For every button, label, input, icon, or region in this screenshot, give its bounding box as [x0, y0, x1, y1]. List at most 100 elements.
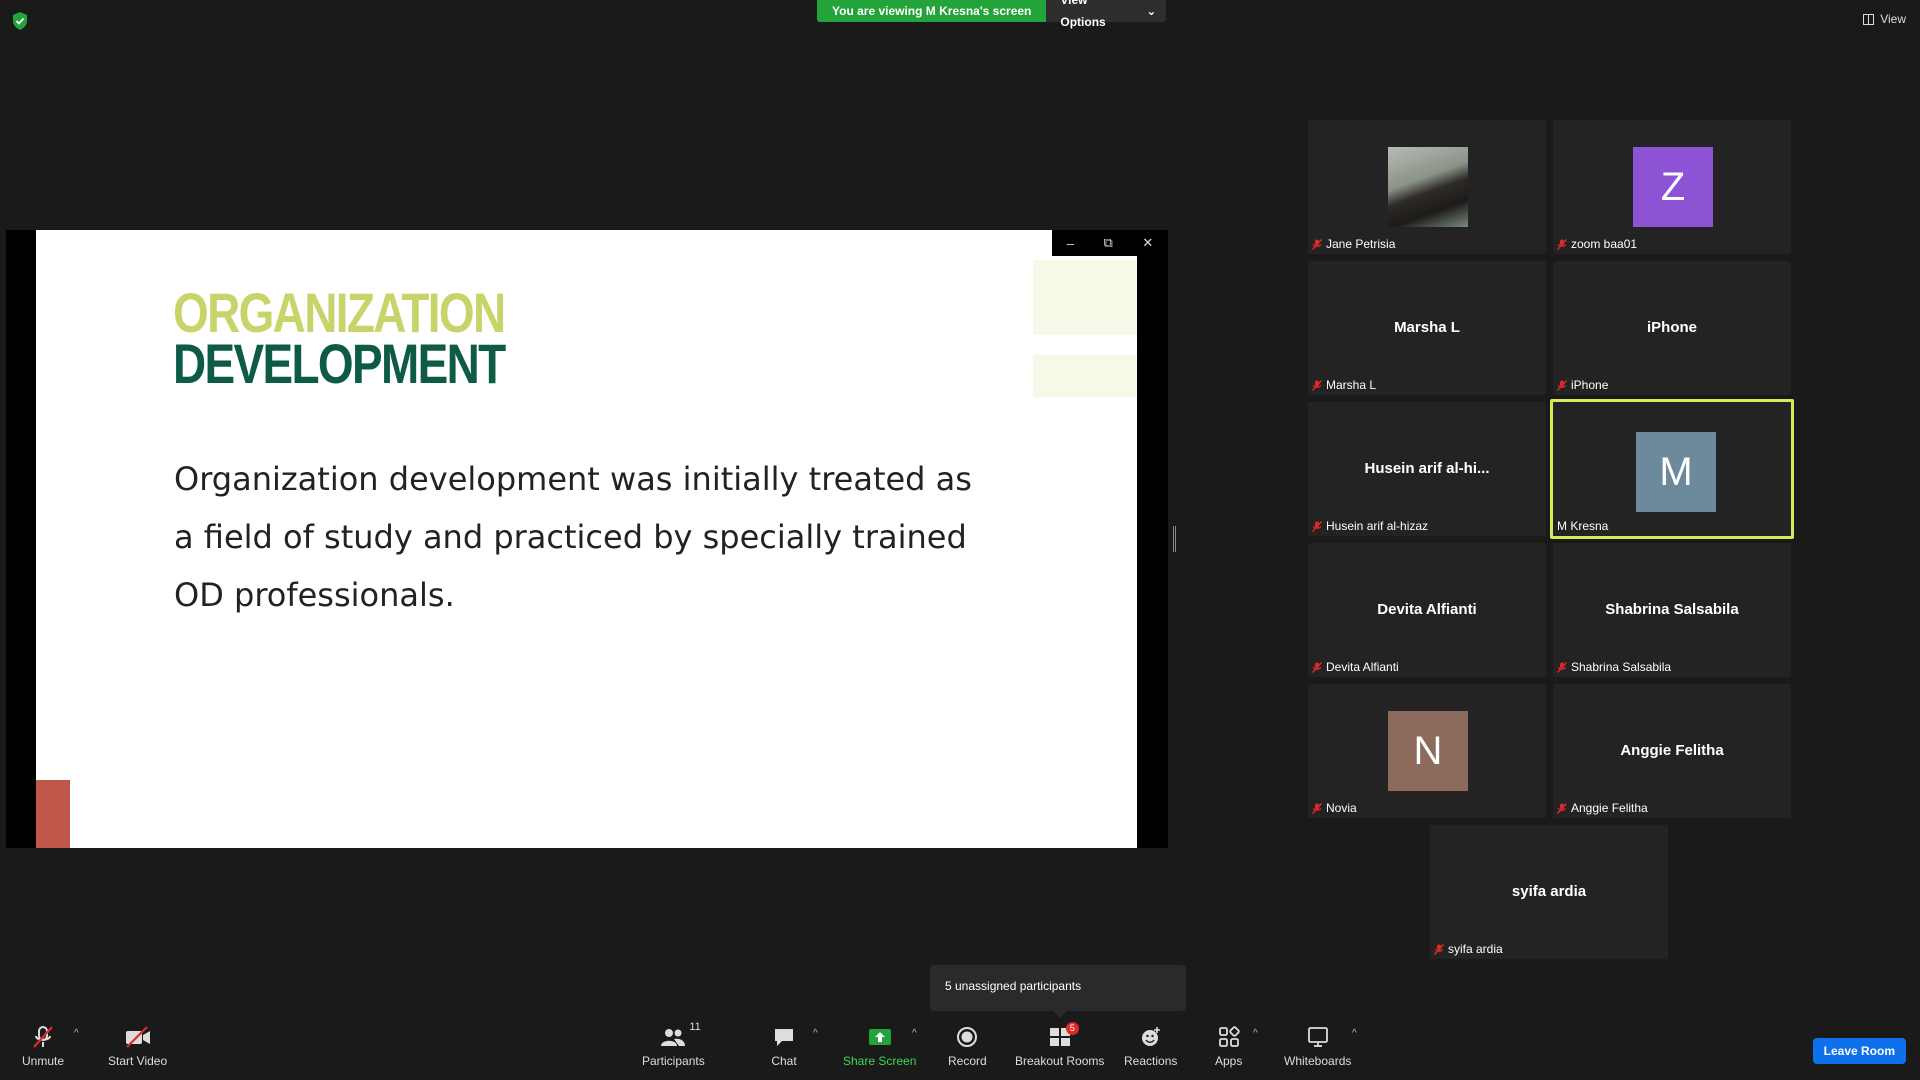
- participants-label: Participants: [642, 1054, 705, 1068]
- participant-display-name: Marsha L: [1394, 319, 1460, 336]
- participant-display-name: syifa ardia: [1511, 883, 1587, 900]
- tooltip-text: 5 unassigned participants: [945, 979, 1082, 993]
- slide-decoration: [1033, 355, 1137, 397]
- apps-icon: [1216, 1024, 1242, 1050]
- slide-body-line: OD professionals.: [174, 576, 455, 614]
- slide-body-text: Organization development was initially t…: [174, 450, 994, 624]
- participant-name: syifa ardia: [1448, 942, 1503, 956]
- participant-tile[interactable]: Jane Petrisia: [1308, 120, 1546, 254]
- view-label: View: [1880, 12, 1906, 26]
- slide-body-line: Organization development was initially t…: [174, 460, 972, 498]
- participant-display-name: iPhone: [1646, 319, 1697, 336]
- participant-name-label: Shabrina Salsabila: [1556, 660, 1672, 674]
- muted-mic-icon: [1311, 661, 1323, 673]
- reactions-label: Reactions: [1124, 1054, 1178, 1068]
- whiteboards-options-caret-icon[interactable]: ^: [1352, 1028, 1357, 1039]
- apps-button[interactable]: Apps: [1215, 1024, 1242, 1068]
- slide-decoration: [1033, 260, 1137, 335]
- video-off-icon: [125, 1024, 151, 1050]
- participant-display-name: Husein arif al-hi...: [1364, 460, 1490, 477]
- participants-count: 11: [689, 1021, 701, 1033]
- participant-name-label: syifa ardia: [1433, 942, 1503, 956]
- record-button[interactable]: Record: [948, 1024, 987, 1068]
- minimize-icon[interactable]: –: [1067, 236, 1074, 251]
- apps-options-caret-icon[interactable]: ^: [1253, 1028, 1258, 1039]
- leave-room-button[interactable]: Leave Room: [1812, 1038, 1906, 1064]
- participant-tile[interactable]: Anggie Felitha Anggie Felitha: [1553, 684, 1791, 818]
- participant-name: Jane Petrisia: [1326, 237, 1396, 251]
- participant-name-label: iPhone: [1556, 378, 1608, 392]
- share-screen-button[interactable]: Share Screen: [843, 1024, 916, 1068]
- security-shield-icon[interactable]: [12, 12, 28, 30]
- close-icon[interactable]: ✕: [1142, 235, 1153, 251]
- reactions-button[interactable]: Reactions: [1124, 1024, 1177, 1068]
- participant-tile[interactable]: N Novia: [1308, 684, 1546, 818]
- view-layout-button[interactable]: View: [1863, 12, 1906, 26]
- participant-photo: [1388, 147, 1468, 227]
- muted-mic-icon: [1311, 802, 1323, 814]
- participant-name: M Kresna: [1557, 519, 1609, 533]
- breakout-rooms-button[interactable]: 5 Breakout Rooms: [1015, 1022, 1105, 1068]
- participant-name: Shabrina Salsabila: [1571, 660, 1672, 674]
- participant-display-name: Devita Alfianti: [1377, 601, 1477, 618]
- participant-tile[interactable]: syifa ardia syifa ardia: [1430, 825, 1668, 959]
- record-label: Record: [948, 1054, 987, 1068]
- participant-name: Devita Alfianti: [1326, 660, 1399, 674]
- share-screen-icon: [867, 1024, 893, 1050]
- muted-mic-icon: [1311, 379, 1323, 391]
- participant-tile[interactable]: iPhone iPhone: [1553, 261, 1791, 395]
- audio-options-caret-icon[interactable]: ^: [74, 1028, 79, 1039]
- view-options-label: View Options: [1060, 0, 1106, 29]
- whiteboards-button[interactable]: Whiteboards: [1284, 1024, 1351, 1068]
- breakout-rooms-icon: 5: [1047, 1022, 1079, 1050]
- participant-name: Anggie Felitha: [1571, 801, 1648, 815]
- participant-tile[interactable]: Marsha L Marsha L: [1308, 261, 1546, 395]
- muted-mic-icon: [1556, 802, 1568, 814]
- participant-display-name: Shabrina Salsabila: [1605, 601, 1739, 618]
- participants-button[interactable]: 11 Participants: [642, 1021, 705, 1068]
- restore-icon[interactable]: ⧉: [1104, 235, 1113, 251]
- chat-options-caret-icon[interactable]: ^: [813, 1028, 818, 1039]
- participant-name-label: Novia: [1311, 801, 1357, 815]
- participant-tile[interactable]: Husein arif al-hi... Husein arif al-hizaz: [1308, 402, 1546, 536]
- share-options-caret-icon[interactable]: ^: [912, 1028, 917, 1039]
- breakout-rooms-label: Breakout Rooms: [1015, 1054, 1105, 1068]
- meeting-toolbar: Unmute ^ Start Video 11 Participants Cha…: [0, 1018, 1920, 1080]
- participant-avatar: M: [1636, 432, 1716, 512]
- whiteboard-icon: [1305, 1024, 1331, 1050]
- apps-label: Apps: [1215, 1054, 1243, 1068]
- participant-tile[interactable]: Shabrina Salsabila Shabrina Salsabila: [1553, 543, 1791, 677]
- screen-share-banner: You are viewing M Kresna's screen View O…: [817, 0, 1167, 29]
- unmute-button[interactable]: Unmute: [22, 1024, 64, 1068]
- participant-avatar: N: [1388, 711, 1468, 791]
- muted-mic-icon: [1556, 379, 1568, 391]
- participant-name: Marsha L: [1326, 378, 1377, 392]
- participant-avatar: Z: [1633, 147, 1713, 227]
- participant-name-label: Husein arif al-hizaz: [1311, 519, 1428, 533]
- participant-name-label: Marsha L: [1311, 378, 1377, 392]
- participant-name: zoom baa01: [1571, 237, 1638, 251]
- split-resize-handle[interactable]: [1173, 526, 1176, 552]
- layout-grid-icon: [1863, 13, 1875, 25]
- chat-label: Chat: [771, 1054, 797, 1068]
- unassigned-participants-tooltip: 5 unassigned participants: [930, 965, 1186, 1018]
- start-video-button[interactable]: Start Video: [108, 1024, 167, 1068]
- viewing-screen-text: You are viewing M Kresna's screen: [817, 0, 1047, 22]
- participant-tile[interactable]: M M Kresna: [1550, 399, 1794, 539]
- view-options-button[interactable]: View Options ⌄: [1046, 0, 1167, 29]
- participant-name-label: Anggie Felitha: [1556, 801, 1648, 815]
- start-video-label: Start Video: [108, 1054, 168, 1068]
- unmute-label: Unmute: [22, 1054, 65, 1068]
- chat-button[interactable]: Chat: [771, 1024, 797, 1068]
- participant-name: Novia: [1326, 801, 1357, 815]
- muted-mic-icon: [1311, 520, 1323, 532]
- participant-tile[interactable]: Devita Alfianti Devita Alfianti: [1308, 543, 1546, 677]
- participant-name-label: M Kresna: [1557, 519, 1608, 533]
- muted-microphone-icon: [30, 1024, 56, 1050]
- shared-window-controls: – ⧉ ✕: [1052, 230, 1168, 256]
- slide-decoration: [36, 780, 70, 848]
- participant-tile[interactable]: Zzoom baa01: [1553, 120, 1791, 254]
- reactions-emoji-icon: [1138, 1024, 1164, 1050]
- muted-mic-icon: [1556, 238, 1568, 250]
- share-screen-label: Share Screen: [843, 1054, 917, 1068]
